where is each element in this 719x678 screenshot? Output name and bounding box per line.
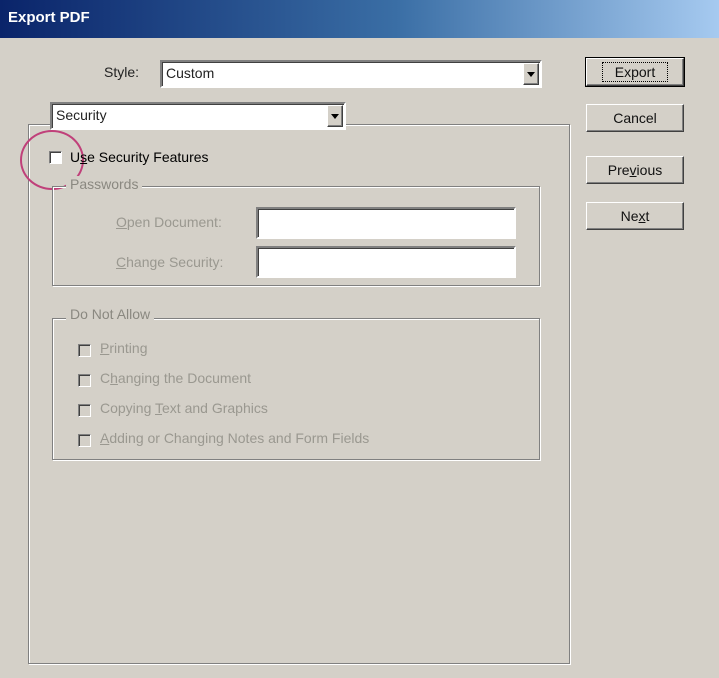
open-document-field[interactable] bbox=[256, 207, 516, 239]
section-dropdown[interactable]: Security bbox=[50, 102, 346, 130]
open-document-label: Open Document: bbox=[116, 214, 222, 230]
previous-button-label: Previous bbox=[607, 162, 663, 178]
export-button-label: Export bbox=[601, 62, 669, 82]
change-security-field[interactable] bbox=[256, 246, 516, 278]
copying-text-checkbox[interactable] bbox=[78, 404, 91, 417]
passwords-group-title: Passwords bbox=[66, 176, 143, 192]
do-not-allow-title: Do Not Allow bbox=[66, 306, 155, 322]
cancel-button-label: Cancel bbox=[613, 110, 657, 126]
next-button[interactable]: Next bbox=[586, 202, 684, 230]
adding-notes-checkbox[interactable] bbox=[78, 434, 91, 447]
style-label: Style: bbox=[104, 64, 140, 80]
copying-text-label: Copying Text and Graphics bbox=[100, 400, 268, 416]
adding-notes-label: Adding or Changing Notes and Form Fields bbox=[100, 430, 370, 446]
cancel-button[interactable]: Cancel bbox=[586, 104, 684, 132]
chevron-down-icon[interactable] bbox=[327, 105, 343, 127]
changing-document-label: Changing the Document bbox=[100, 370, 252, 386]
chevron-down-icon[interactable] bbox=[523, 63, 539, 85]
style-value: Custom bbox=[166, 65, 215, 81]
title-bar: Export PDF bbox=[0, 0, 719, 38]
style-dropdown[interactable]: Custom bbox=[160, 60, 542, 88]
previous-button[interactable]: Previous bbox=[586, 156, 684, 184]
export-button[interactable]: Export bbox=[585, 57, 685, 87]
changing-document-checkbox[interactable] bbox=[78, 374, 91, 387]
next-button-label: Next bbox=[620, 208, 650, 224]
change-security-label: Change Security: bbox=[116, 254, 224, 270]
use-security-label[interactable]: Use Security Features bbox=[70, 149, 209, 165]
section-value: Security bbox=[56, 107, 107, 123]
window-title: Export PDF bbox=[8, 9, 90, 26]
printing-label: Printing bbox=[100, 340, 148, 356]
printing-checkbox[interactable] bbox=[78, 344, 91, 357]
